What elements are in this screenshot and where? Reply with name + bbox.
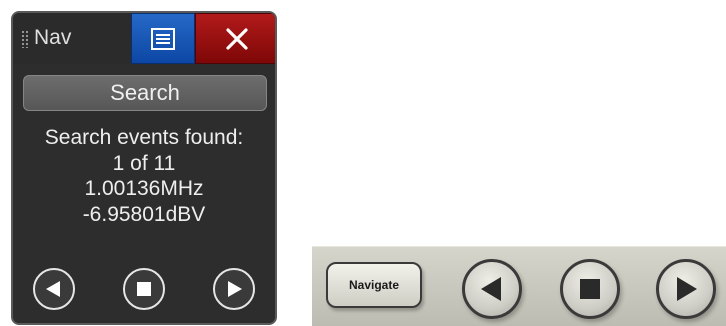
navigate-toolbar: Navigate: [312, 246, 726, 326]
menu-button[interactable]: [131, 13, 195, 64]
previous-icon: [481, 277, 501, 301]
previous-button[interactable]: [33, 268, 75, 310]
search-button[interactable]: Search: [23, 75, 267, 111]
previous-icon: [46, 281, 60, 297]
event-index: 1 of 11: [112, 151, 176, 175]
navigate-button[interactable]: Navigate: [326, 262, 422, 308]
drag-grip-icon[interactable]: [21, 30, 29, 48]
menu-list-icon: [151, 28, 175, 50]
events-found-label: Search events found:: [44, 126, 244, 149]
screenshot-canvas: Nav Search Search events found: 1 of 11: [0, 0, 726, 326]
next-icon: [228, 281, 242, 297]
next-button[interactable]: [213, 268, 255, 310]
stop-button[interactable]: [123, 268, 165, 310]
close-icon: [226, 28, 248, 50]
toolbar-stop-button[interactable]: [560, 259, 620, 319]
search-results-info: Search events found: 1 of 11 1.00136MHz …: [13, 125, 275, 227]
toolbar-previous-button[interactable]: [462, 259, 522, 319]
toolbar-next-button[interactable]: [656, 259, 716, 319]
event-frequency: 1.00136MHz: [84, 177, 204, 201]
close-button[interactable]: [195, 13, 275, 64]
nav-titlebar[interactable]: Nav: [13, 13, 275, 64]
event-amplitude: -6.95801dBV: [82, 202, 206, 226]
nav-title: Nav: [34, 26, 72, 49]
stop-icon: [580, 279, 600, 299]
next-icon: [677, 277, 697, 301]
nav-dialog: Nav Search Search events found: 1 of 11: [11, 11, 277, 325]
stop-icon: [137, 282, 151, 296]
